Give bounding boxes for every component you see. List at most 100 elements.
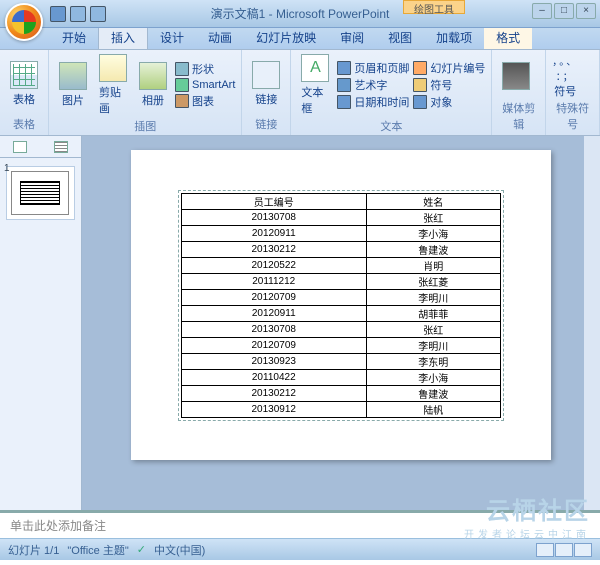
table-cell[interactable]: 李明川 bbox=[366, 337, 501, 353]
table-cell[interactable]: 20130212 bbox=[182, 241, 367, 257]
insert-smartart-button[interactable]: SmartArt bbox=[175, 78, 235, 92]
office-button[interactable] bbox=[5, 3, 43, 41]
table-cell[interactable]: 20130923 bbox=[182, 353, 367, 369]
show-view-button[interactable] bbox=[574, 543, 592, 557]
table-row[interactable]: 20130212鲁建波 bbox=[182, 385, 501, 401]
table-cell[interactable]: 陆帆 bbox=[366, 401, 501, 417]
table-row[interactable]: 20130708张红 bbox=[182, 209, 501, 225]
insert-slidenum-button[interactable]: 幻灯片编号 bbox=[413, 60, 485, 76]
qat-save-icon[interactable] bbox=[50, 6, 66, 22]
table-row[interactable]: 20110422李小海 bbox=[182, 369, 501, 385]
ribbon: 表格 表格 图片 剪贴画 相册 形状 SmartArt 图表 插图 链接 链接 … bbox=[0, 50, 600, 136]
tab-insert[interactable]: 插入 bbox=[98, 25, 148, 49]
outline-tab[interactable] bbox=[41, 136, 82, 157]
insert-media-button[interactable] bbox=[498, 60, 534, 92]
table-row[interactable]: 20130708张红 bbox=[182, 321, 501, 337]
qat-redo-icon[interactable] bbox=[90, 6, 106, 22]
sorter-view-button[interactable] bbox=[555, 543, 573, 557]
slide-editor[interactable]: 员工编号姓名20130708张红20120911李小海20130212鲁建波20… bbox=[82, 136, 600, 510]
table-row[interactable]: 20120709李明川 bbox=[182, 337, 501, 353]
insert-chart-button[interactable]: 图表 bbox=[175, 93, 235, 109]
tab-review[interactable]: 审阅 bbox=[328, 26, 376, 49]
table-cell[interactable]: 20111212 bbox=[182, 273, 367, 289]
table-cell[interactable]: 20120522 bbox=[182, 257, 367, 273]
status-slide: 幻灯片 1/1 bbox=[8, 542, 59, 558]
slidenum-icon bbox=[413, 61, 427, 75]
symbol-icon bbox=[413, 78, 427, 92]
insert-symbol-button[interactable]: 符号 bbox=[413, 77, 485, 93]
table-header[interactable]: 姓名 bbox=[366, 193, 501, 209]
table-row[interactable]: 20130212鲁建波 bbox=[182, 241, 501, 257]
table-cell[interactable]: 张红 bbox=[366, 209, 501, 225]
insert-picture-button[interactable]: 图片 bbox=[55, 60, 91, 110]
table-cell[interactable]: 李东明 bbox=[366, 353, 501, 369]
selected-table[interactable]: 员工编号姓名20130708张红20120911李小海20130212鲁建波20… bbox=[178, 190, 504, 421]
insert-clipart-button[interactable]: 剪贴画 bbox=[95, 52, 131, 118]
table-cell[interactable]: 鲁建波 bbox=[366, 385, 501, 401]
insert-link-button[interactable]: 链接 bbox=[248, 59, 284, 109]
maximize-button[interactable]: □ bbox=[554, 3, 574, 19]
table-cell[interactable]: 20130912 bbox=[182, 401, 367, 417]
ribbon-tabs: 开始 插入 设计 动画 幻灯片放映 审阅 视图 加载项 格式 bbox=[0, 28, 600, 50]
table-cell[interactable]: 张红 bbox=[366, 321, 501, 337]
table-row[interactable]: 20120709李明川 bbox=[182, 289, 501, 305]
insert-object-button[interactable]: 对象 bbox=[413, 94, 485, 110]
table-cell[interactable]: 张红菱 bbox=[366, 273, 501, 289]
table-header[interactable]: 员工编号 bbox=[182, 193, 367, 209]
tab-addin[interactable]: 加载项 bbox=[424, 26, 484, 49]
table-cell[interactable]: 20110422 bbox=[182, 369, 367, 385]
table-row[interactable]: 20120911胡菲菲 bbox=[182, 305, 501, 321]
data-table[interactable]: 员工编号姓名20130708张红20120911李小海20130212鲁建波20… bbox=[181, 193, 501, 418]
table-cell[interactable]: 20130212 bbox=[182, 385, 367, 401]
insert-wordart-button[interactable]: 艺术字 bbox=[337, 77, 409, 93]
tab-format[interactable]: 格式 bbox=[484, 26, 532, 49]
table-row[interactable]: 20120911李小海 bbox=[182, 225, 501, 241]
chart-icon bbox=[175, 94, 189, 108]
table-cell[interactable]: 20120911 bbox=[182, 225, 367, 241]
table-cell[interactable]: 胡菲菲 bbox=[366, 305, 501, 321]
picture-icon bbox=[59, 62, 87, 90]
slide-number: 1 bbox=[4, 163, 10, 174]
symbol-grid[interactable]: ，。、 ：； 符号 bbox=[552, 53, 578, 99]
insert-shape-button[interactable]: 形状 bbox=[175, 61, 235, 77]
thumbnails-tab[interactable] bbox=[0, 136, 41, 157]
close-button[interactable]: × bbox=[576, 3, 596, 19]
tab-view[interactable]: 视图 bbox=[376, 26, 424, 49]
notes-pane[interactable]: 单击此处添加备注 bbox=[0, 510, 600, 538]
table-cell[interactable]: 李小海 bbox=[366, 225, 501, 241]
titlebar: 演示文稿1 - Microsoft PowerPoint 绘图工具 – □ × bbox=[0, 0, 600, 28]
table-cell[interactable]: 20120709 bbox=[182, 289, 367, 305]
insert-textbox-button[interactable]: 文本框 bbox=[297, 52, 333, 118]
tab-show[interactable]: 幻灯片放映 bbox=[244, 26, 328, 49]
tab-home[interactable]: 开始 bbox=[50, 26, 98, 49]
insert-table-button[interactable]: 表格 bbox=[6, 59, 42, 109]
insert-album-button[interactable]: 相册 bbox=[135, 60, 171, 110]
table-cell[interactable]: 李明川 bbox=[366, 289, 501, 305]
slide-canvas[interactable]: 员工编号姓名20130708张红20120911李小海20130212鲁建波20… bbox=[131, 150, 551, 460]
vertical-scrollbar[interactable] bbox=[584, 136, 600, 510]
normal-view-button[interactable] bbox=[536, 543, 554, 557]
outline-tab-icon bbox=[54, 141, 68, 153]
table-cell[interactable]: 肖明 bbox=[366, 257, 501, 273]
insert-table-label: 表格 bbox=[13, 91, 35, 107]
tab-anim[interactable]: 动画 bbox=[196, 26, 244, 49]
table-cell[interactable]: 20130708 bbox=[182, 209, 367, 225]
clipart-icon bbox=[99, 54, 127, 82]
ribbon-group-illustrations: 图片 剪贴画 相册 形状 SmartArt 图表 插图 bbox=[49, 50, 242, 135]
table-cell[interactable]: 鲁建波 bbox=[366, 241, 501, 257]
insert-header-button[interactable]: 页眉和页脚 bbox=[337, 60, 409, 76]
tab-design[interactable]: 设计 bbox=[148, 26, 196, 49]
table-row[interactable]: 20120522肖明 bbox=[182, 257, 501, 273]
table-cell[interactable]: 李小海 bbox=[366, 369, 501, 385]
table-cell[interactable]: 20120709 bbox=[182, 337, 367, 353]
table-row[interactable]: 20130923李东明 bbox=[182, 353, 501, 369]
minimize-button[interactable]: – bbox=[532, 3, 552, 19]
table-row[interactable]: 20130912陆帆 bbox=[182, 401, 501, 417]
textbox-icon bbox=[301, 54, 329, 82]
insert-date-button[interactable]: 日期和时间 bbox=[337, 94, 409, 110]
table-row[interactable]: 20111212张红菱 bbox=[182, 273, 501, 289]
qat-undo-icon[interactable] bbox=[70, 6, 86, 22]
slide-thumbnail[interactable]: 1 bbox=[6, 166, 75, 220]
table-cell[interactable]: 20130708 bbox=[182, 321, 367, 337]
table-cell[interactable]: 20120911 bbox=[182, 305, 367, 321]
